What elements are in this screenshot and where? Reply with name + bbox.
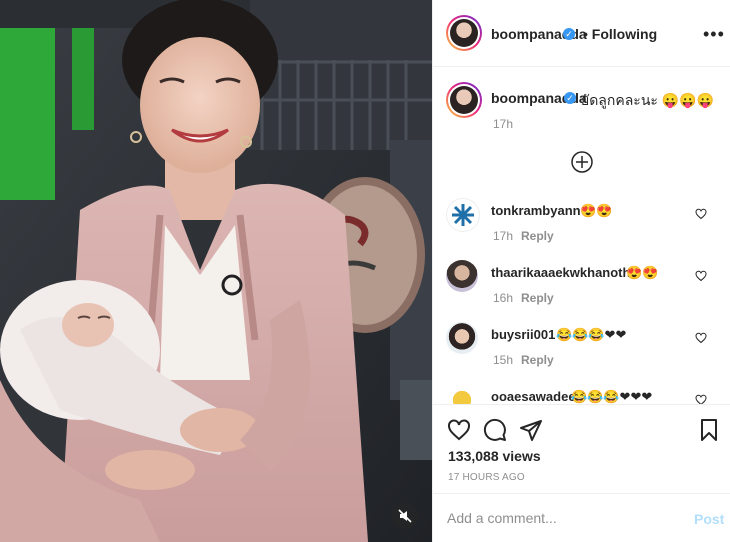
view-count[interactable]: 133,088 views <box>448 448 541 464</box>
mute-icon <box>398 509 412 523</box>
follow-dot: • <box>583 26 592 42</box>
add-comment-bar: Post <box>433 493 730 542</box>
comment-like-icon[interactable] <box>695 332 707 344</box>
video-frame <box>0 0 432 542</box>
comment-like-icon[interactable] <box>695 270 707 282</box>
verified-icon: ✓ <box>564 92 576 104</box>
comment-time[interactable]: 17h <box>493 229 513 243</box>
comment-like-icon[interactable] <box>695 394 707 405</box>
post-timestamp[interactable]: 17 HOURS AGO <box>448 472 525 483</box>
save-icon[interactable] <box>697 418 721 442</box>
comment-avatar[interactable] <box>446 198 480 232</box>
like-icon[interactable] <box>447 418 471 442</box>
verified-icon: ✓ <box>563 28 575 40</box>
load-more-icon[interactable] <box>571 151 593 173</box>
caption-text: ยัดลูกคละนะ 😛😛😛 <box>581 92 715 108</box>
reply-button[interactable]: Reply <box>521 353 554 367</box>
post-header: boompanadda ✓ • Following ••• <box>433 0 730 67</box>
more-icon[interactable]: ••• <box>703 24 725 45</box>
comment-text: 😍😍 <box>626 265 659 280</box>
comment-time[interactable]: 16h <box>493 291 513 305</box>
comment-time[interactable]: 15h <box>493 353 513 367</box>
follow-label: Following <box>591 26 658 42</box>
mute-button[interactable] <box>392 503 418 529</box>
author-avatar[interactable] <box>446 15 482 51</box>
comment-username[interactable]: ooaesawadee <box>491 389 576 404</box>
reply-button[interactable]: Reply <box>521 291 554 305</box>
comment-username[interactable]: buysrii001 <box>491 327 555 342</box>
comment-avatar[interactable] <box>446 322 478 354</box>
comment-avatar[interactable] <box>446 384 478 404</box>
comment-avatar[interactable] <box>446 260 478 292</box>
comment-text: 😂😂😂❤❤❤ <box>571 389 653 404</box>
comment-icon[interactable] <box>483 418 507 442</box>
caption-time[interactable]: 17h <box>493 117 513 131</box>
post-video[interactable] <box>0 0 432 542</box>
post-sidebar: boompanadda ✓ • Following ••• boompanadd… <box>432 0 730 542</box>
comment-username[interactable]: thaarikaaaekwkhanoth <box>491 265 630 280</box>
post-comment-button[interactable]: Post <box>694 511 724 527</box>
comments-list[interactable]: boompanadda ✓ ยัดลูกคละนะ 😛😛😛 17h tonkra… <box>433 67 730 405</box>
comment-like-icon[interactable] <box>695 208 707 220</box>
reply-button[interactable]: Reply <box>521 229 554 243</box>
caption-avatar[interactable] <box>446 82 482 118</box>
share-icon[interactable] <box>519 418 543 442</box>
commenter-logo-icon <box>452 204 474 226</box>
comment-text: 😂😂😂❤❤ <box>556 327 627 342</box>
follow-status[interactable]: • Following <box>583 26 657 42</box>
comment-username[interactable]: tonkrambyann <box>491 203 581 218</box>
comment-text: 😍😍 <box>580 203 613 218</box>
comment-input[interactable] <box>447 510 667 526</box>
